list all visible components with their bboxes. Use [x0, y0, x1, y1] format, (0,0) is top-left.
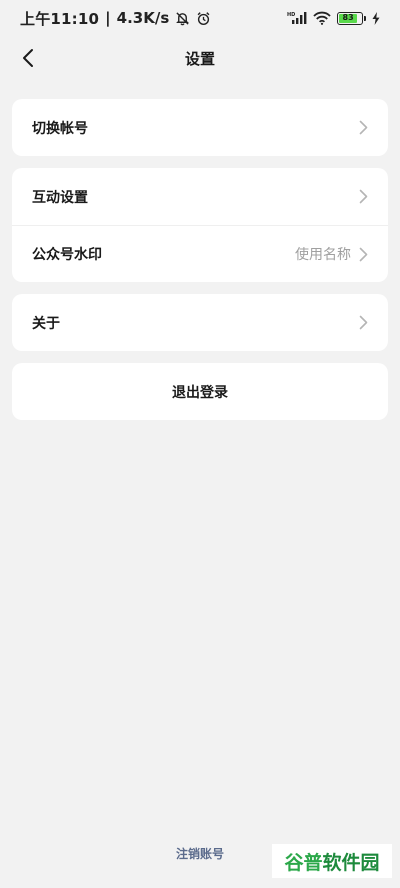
status-bar: 上午11:10 | 4.3K/s HD 83: [0, 0, 400, 36]
settings-screen: 上午11:10 | 4.3K/s HD 83 设置 切换帐号 互动设置 公众号水…: [0, 0, 400, 888]
watermark-row[interactable]: 公众号水印 使用名称: [12, 225, 388, 282]
interaction-settings-row[interactable]: 互动设置: [12, 168, 388, 225]
row-right: [359, 189, 368, 204]
about-row[interactable]: 关于: [12, 294, 388, 351]
chevron-right-icon: [359, 189, 368, 204]
about-label: 关于: [32, 315, 60, 332]
logout-card: 退出登录: [12, 363, 388, 420]
header: 设置: [0, 36, 400, 80]
row-right: 使用名称: [295, 244, 368, 264]
back-button[interactable]: [14, 44, 42, 72]
status-left: 上午11:10 | 4.3K/s: [20, 8, 211, 29]
mute-bell-icon: [175, 11, 190, 26]
battery-tip: [364, 15, 366, 21]
battery-level: 83: [339, 13, 358, 23]
settings-group-about: 关于: [12, 294, 388, 351]
wifi-icon: [313, 11, 331, 25]
status-separator: |: [105, 9, 111, 27]
alarm-icon: [196, 11, 211, 26]
chevron-right-icon: [359, 120, 368, 135]
charging-icon: [372, 11, 380, 25]
watermark-text-a: 谷普: [284, 851, 323, 874]
status-time: 上午11:10: [20, 9, 100, 28]
chevron-left-icon: [22, 48, 34, 68]
logout-button[interactable]: 退出登录: [12, 363, 388, 420]
hd-signal-icon: HD: [287, 11, 307, 25]
watermark-text-b: 软件园: [322, 851, 380, 874]
row-right: [359, 315, 368, 330]
chevron-right-icon: [359, 247, 368, 262]
interaction-settings-label: 互动设置: [32, 189, 88, 206]
chevron-right-icon: [359, 315, 368, 330]
battery-body: 83: [337, 11, 363, 25]
settings-group-account: 切换帐号: [12, 99, 388, 156]
settings-group-interaction: 互动设置 公众号水印 使用名称: [12, 168, 388, 282]
watermark-value: 使用名称: [295, 247, 351, 263]
switch-account-row[interactable]: 切换帐号: [12, 99, 388, 156]
svg-text:HD: HD: [287, 12, 295, 18]
watermark-label: 公众号水印: [32, 247, 102, 263]
site-watermark: 谷普 软件园: [272, 844, 392, 878]
logout-label: 退出登录: [172, 384, 228, 401]
row-right: [359, 120, 368, 135]
status-right: HD 83: [287, 11, 380, 25]
page-title: 设置: [184, 49, 215, 68]
switch-account-label: 切换帐号: [32, 120, 88, 137]
battery-icon: 83: [337, 11, 366, 25]
network-speed: 4.3K/s: [116, 9, 170, 27]
